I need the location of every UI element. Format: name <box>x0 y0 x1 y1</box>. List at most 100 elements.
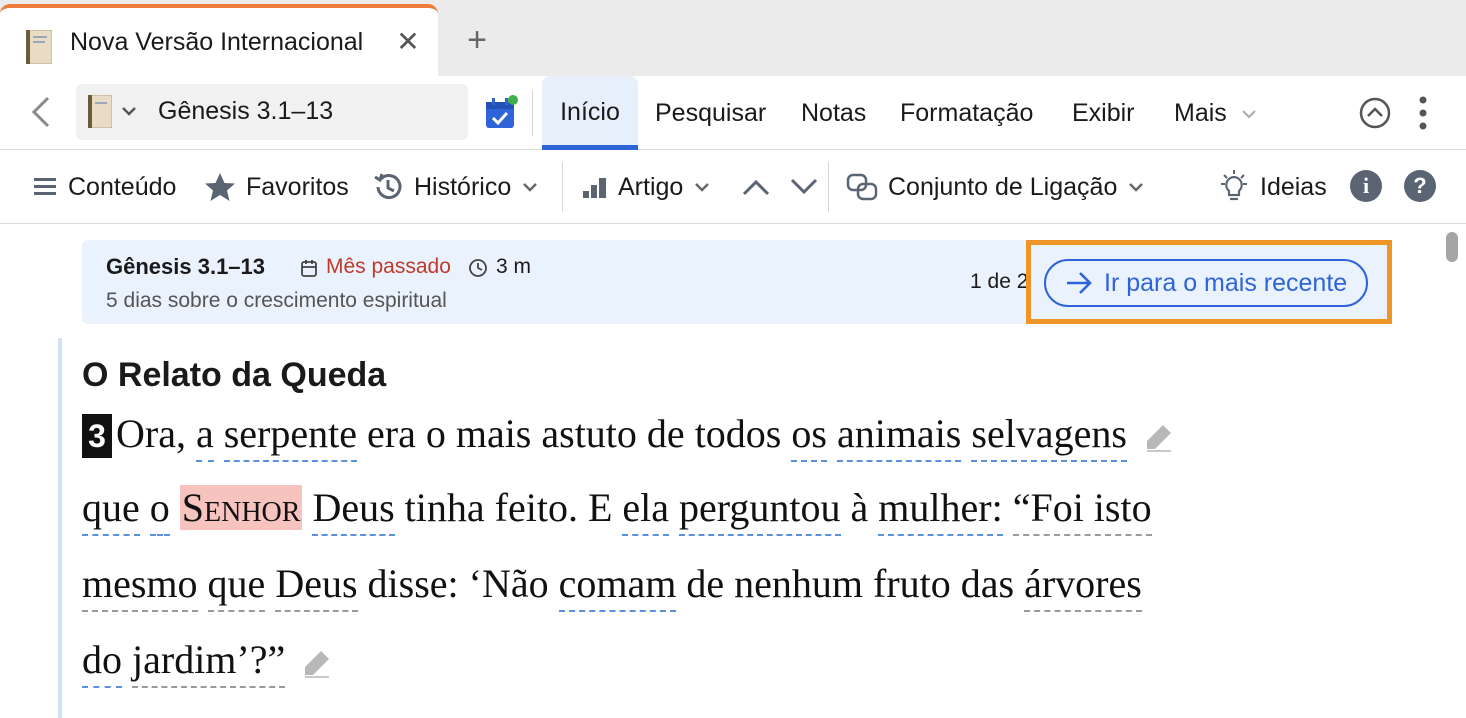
word[interactable]: do <box>82 637 122 688</box>
word[interactable]: à <box>851 485 869 530</box>
chevron-down-icon <box>1242 110 1256 119</box>
word[interactable]: de <box>686 561 724 606</box>
menu-mais[interactable]: Mais <box>1160 76 1272 150</box>
ideias-button[interactable]: Ideias <box>1218 150 1327 224</box>
word[interactable]: feito. <box>495 485 578 530</box>
chevron-down-icon[interactable] <box>788 172 820 202</box>
word[interactable]: todos <box>695 411 782 456</box>
list-icon <box>34 178 56 195</box>
arrow-right-icon <box>1067 272 1092 294</box>
word[interactable]: Ora, <box>116 411 186 456</box>
menu-formatacao[interactable]: Formatação <box>886 76 1047 150</box>
verse-line: 3 Ora, a serpente era o mais astuto de to… <box>82 410 1466 462</box>
banner-subtitle: 5 dias sobre o crescimento espiritual <box>106 289 447 312</box>
word[interactable]: era <box>367 411 416 456</box>
word[interactable]: o <box>426 411 446 456</box>
clock-icon <box>469 259 487 277</box>
word[interactable]: árvores <box>1024 561 1142 612</box>
conteudo-button[interactable]: Conteúdo <box>32 150 176 224</box>
goto-latest-button[interactable]: Ir para o mais recente <box>1044 259 1368 307</box>
calendar-icon <box>301 260 317 277</box>
menu-inicio[interactable]: Início <box>542 76 638 150</box>
banner-count: 1 de 2 <box>970 270 1029 293</box>
book-cover-icon <box>26 30 52 64</box>
reading-plan-banner: Gênesis 3.1–13 Mês passado 3 m 5 dias so… <box>82 240 1392 324</box>
info-icon[interactable]: i <box>1350 170 1382 202</box>
word[interactable]: o <box>149 485 170 536</box>
chevron-down-icon <box>523 183 538 192</box>
tab-title: Nova Versão Internacional <box>70 28 364 56</box>
section-heading: O Relato da Queda <box>82 356 387 394</box>
banner-date: Mês passado <box>326 255 451 278</box>
menu-pesquisar[interactable]: Pesquisar <box>641 76 780 150</box>
pencil-icon[interactable] <box>1145 423 1173 453</box>
menu-mais-label: Mais <box>1174 99 1227 127</box>
history-icon <box>374 173 402 200</box>
word[interactable]: E <box>588 485 612 530</box>
lightbulb-icon <box>1221 170 1247 201</box>
conjunto-ligacao-button[interactable]: Conjunto de Ligação <box>846 150 1145 224</box>
word[interactable]: perguntou <box>679 485 841 536</box>
reading-pane: Gênesis 3.1–13 Mês passado 3 m 5 dias so… <box>0 224 1466 718</box>
word[interactable]: a <box>195 411 214 462</box>
word[interactable]: Deus <box>275 561 358 612</box>
word[interactable]: disse: <box>368 561 459 606</box>
word[interactable]: que <box>207 561 266 612</box>
chevron-up-circle-icon[interactable] <box>1358 96 1392 130</box>
calendar-check-icon[interactable] <box>484 94 518 130</box>
verse-line: que o Senhor Deus tinha feito. E ela per… <box>82 484 1152 536</box>
divider <box>828 162 829 212</box>
passage-margin-rule <box>58 338 62 718</box>
kebab-menu-icon[interactable] <box>1412 94 1434 132</box>
ideias-label: Ideias <box>1260 172 1327 201</box>
chevron-down-icon[interactable] <box>120 100 138 122</box>
favoritos-label: Favoritos <box>246 172 349 201</box>
word[interactable]: fruto <box>873 561 951 606</box>
new-tab-button[interactable]: + <box>460 20 494 60</box>
chevron-left-icon[interactable] <box>28 94 56 130</box>
divider <box>562 162 563 212</box>
verse-number[interactable]: 3 <box>82 414 112 458</box>
navigation-bar: Gênesis 3.1–13 Início Pesquisar Notas Fo… <box>0 76 1466 150</box>
help-icon[interactable]: ? <box>1404 170 1436 202</box>
favoritos-button[interactable]: Favoritos <box>204 150 349 224</box>
menu-exibir[interactable]: Exibir <box>1058 76 1149 150</box>
chevron-up-icon[interactable] <box>740 172 772 202</box>
word[interactable]: selvagens <box>971 411 1127 462</box>
word[interactable]: nenhum <box>734 561 863 606</box>
link-set-icon <box>846 173 878 201</box>
word[interactable]: ela <box>622 485 670 536</box>
menu-notas[interactable]: Notas <box>787 76 880 150</box>
word[interactable]: comam <box>558 561 677 612</box>
document-tab[interactable]: Nova Versão Internacional ✕ <box>0 4 438 76</box>
book-icon[interactable] <box>88 95 112 128</box>
word-lord-highlight[interactable]: Senhor <box>179 485 303 530</box>
reference-box[interactable]: Gênesis 3.1–13 <box>76 84 468 140</box>
scrollbar-thumb[interactable] <box>1446 232 1458 262</box>
close-tab-icon[interactable]: ✕ <box>394 24 422 60</box>
chevron-down-icon <box>1129 183 1144 192</box>
word[interactable]: mesmo <box>82 561 198 612</box>
word[interactable]: “Foi isto <box>1012 485 1152 536</box>
reference-input[interactable]: Gênesis 3.1–13 <box>158 97 333 126</box>
artigo-label: Artigo <box>618 172 684 201</box>
word[interactable]: serpente <box>223 411 357 462</box>
historico-button[interactable]: Histórico <box>372 150 539 224</box>
artigo-button[interactable]: Artigo <box>582 150 711 224</box>
word[interactable]: das <box>961 561 1014 606</box>
word[interactable]: mais <box>456 411 532 456</box>
word[interactable]: mulher: <box>878 485 1003 536</box>
word[interactable]: jardim’?” <box>132 637 286 688</box>
word[interactable]: astuto <box>541 411 637 456</box>
star-icon <box>205 173 235 201</box>
signal-bars-icon <box>583 178 606 198</box>
historico-label: Histórico <box>414 172 512 201</box>
word[interactable]: que <box>82 485 140 536</box>
word[interactable]: os <box>791 411 827 462</box>
word[interactable]: animais <box>836 411 962 462</box>
word[interactable]: tinha <box>405 485 485 530</box>
pencil-icon[interactable] <box>303 649 331 679</box>
word[interactable]: Deus <box>312 485 395 536</box>
word[interactable]: de <box>647 411 685 456</box>
word[interactable]: ‘Não <box>469 561 549 606</box>
